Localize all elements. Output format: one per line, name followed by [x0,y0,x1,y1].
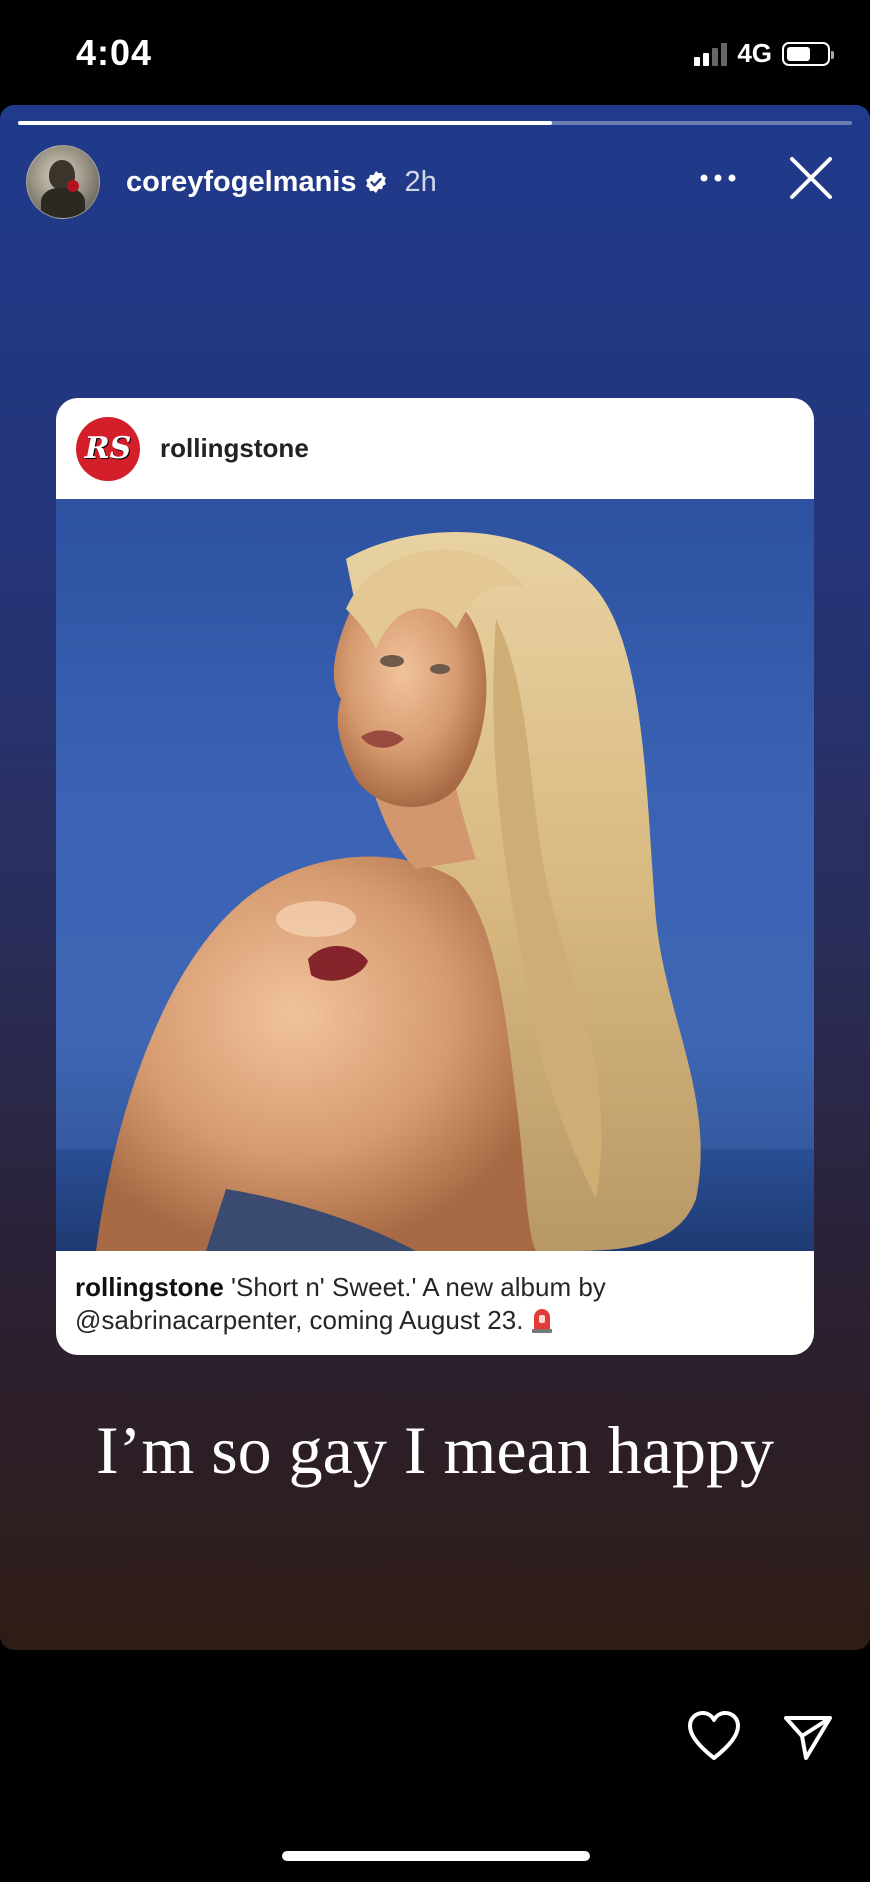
close-icon[interactable] [786,153,836,203]
story-overlay-text: I’m so gay I mean happy [96,1412,774,1488]
posted-time: 2h [404,165,437,198]
status-bar: 4:04 4G [0,0,870,105]
shared-post-account[interactable]: rollingstone [160,433,309,464]
story-username[interactable]: coreyfogelmanis [126,166,356,199]
shared-post-card[interactable]: RS rollingstone rollingstone 'Short n' S… [56,398,814,1355]
rollingstone-logo[interactable]: RS [76,416,140,481]
shared-post-caption: rollingstone 'Short n' Sweet.' A new alb… [56,1251,814,1337]
send-icon[interactable] [782,1712,834,1762]
more-icon[interactable] [698,163,738,195]
network-type: 4G [737,38,772,68]
story-progress-bar [18,121,852,125]
story-progress-fill [18,121,552,125]
story-viewer[interactable]: coreyfogelmanis 2h RS rollingstone rolli… [0,105,870,1650]
story-header: coreyfogelmanis 2h [26,145,856,219]
signal-icon [694,42,728,66]
status-icons: 4G [694,38,834,69]
caption-account[interactable]: rollingstone [75,1272,224,1302]
shared-post-photo[interactable] [56,499,814,1251]
avatar[interactable] [26,145,100,219]
heart-icon[interactable] [686,1710,742,1762]
siren-emoji-icon [532,1309,553,1333]
verified-badge-icon [366,171,387,193]
clock-time: 4:04 [76,32,153,73]
shared-post-header: RS rollingstone [56,398,814,499]
battery-icon [782,41,834,66]
home-indicator[interactable] [282,1851,590,1861]
album-cover-illustration [56,531,814,1251]
